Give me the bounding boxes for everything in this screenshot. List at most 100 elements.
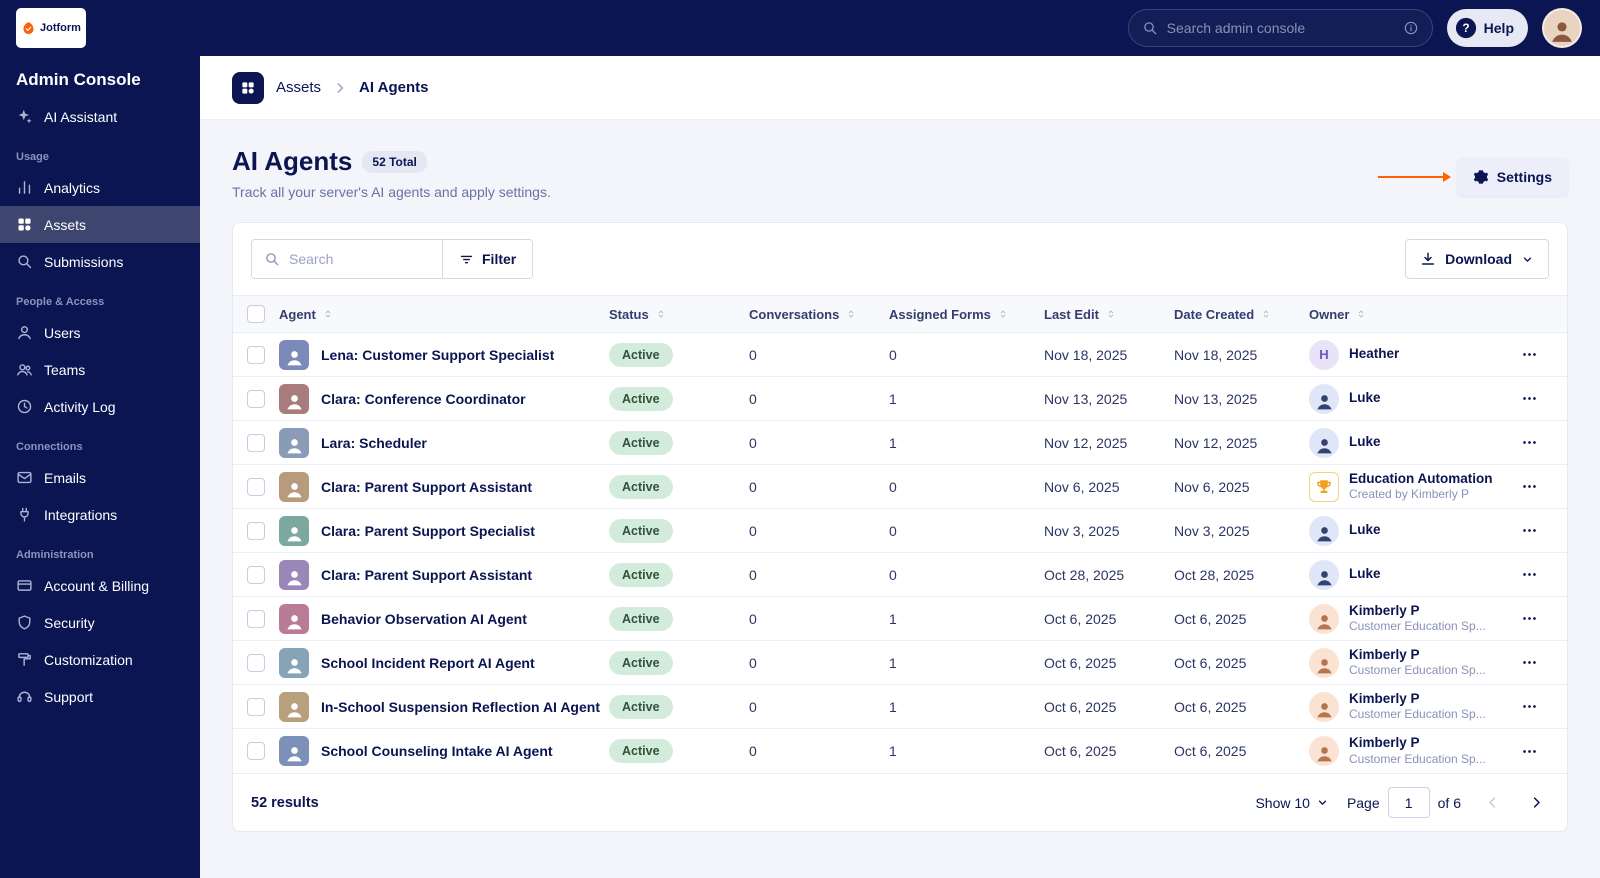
sort-icon[interactable] (845, 308, 857, 320)
sidebar-item-label: Emails (44, 469, 87, 486)
sidebar-item-assets[interactable]: Assets (0, 206, 200, 243)
agent-name[interactable]: Clara: Parent Support Specialist (321, 523, 535, 539)
row-checkbox[interactable] (247, 565, 265, 584)
row-actions-button[interactable] (1515, 605, 1543, 633)
sidebar-item-submissions[interactable]: Submissions (0, 243, 200, 280)
row-checkbox[interactable] (247, 742, 265, 760)
table-row[interactable]: School Counseling Intake AI Agent Active 0… (233, 729, 1567, 773)
admin-search[interactable] (1127, 9, 1433, 47)
sort-icon[interactable] (997, 308, 1009, 320)
owner-photo-avatar (1309, 515, 1339, 546)
agent-name[interactable]: Clara: Conference Coordinator (321, 391, 526, 407)
more-dots-icon (1521, 698, 1538, 715)
sidebar-item-account-billing[interactable]: Account & Billing (0, 567, 200, 604)
sidebar-item-teams[interactable]: Teams (0, 351, 200, 388)
table-search-input[interactable] (289, 251, 430, 267)
agent-name[interactable]: School Incident Report AI Agent (321, 655, 535, 671)
sort-icon[interactable] (1260, 308, 1272, 320)
table-row[interactable]: Clara: Parent Support Assistant Active 0 0 O… (233, 553, 1567, 597)
table-row[interactable]: Clara: Conference Coordinator Active 0 1 Nov… (233, 377, 1567, 421)
row-checkbox[interactable] (247, 609, 265, 628)
column-header-status[interactable]: Status (609, 307, 749, 322)
row-checkbox[interactable] (247, 477, 265, 496)
sort-icon[interactable] (1355, 308, 1367, 320)
table-row[interactable]: Clara: Parent Support Assistant Active 0 0 N… (233, 465, 1567, 509)
table-search[interactable] (252, 240, 442, 278)
column-header-date-created[interactable]: Date Created (1174, 307, 1309, 322)
row-checkbox[interactable] (247, 521, 265, 540)
row-actions-button[interactable] (1515, 737, 1543, 765)
row-actions-button[interactable] (1515, 385, 1543, 413)
column-header-assigned-forms[interactable]: Assigned Forms (889, 307, 1044, 322)
date-created-value: Oct 6, 2025 (1174, 743, 1247, 759)
next-page-button[interactable] (1523, 790, 1549, 816)
table-row[interactable]: School Incident Report AI Agent Active 0 1 O… (233, 641, 1567, 685)
status-badge: Active (609, 342, 673, 367)
row-actions-button[interactable] (1515, 341, 1543, 369)
admin-search-input[interactable] (1166, 20, 1394, 36)
owner-name: Heather (1349, 346, 1400, 362)
previous-page-button[interactable] (1479, 790, 1505, 816)
jotform-logo[interactable]: Jotform (16, 8, 86, 48)
column-header-last-edit[interactable]: Last Edit (1044, 307, 1174, 322)
row-actions-button[interactable] (1515, 473, 1543, 501)
column-header-conversations[interactable]: Conversations (749, 307, 889, 322)
table-row[interactable]: Behavior Observation AI Agent Active 0 1 Oct… (233, 597, 1567, 641)
row-actions-button[interactable] (1515, 429, 1543, 457)
agent-name[interactable]: Clara: Parent Support Assistant (321, 567, 532, 583)
settings-button[interactable]: Settings (1456, 158, 1568, 196)
table-row[interactable]: Clara: Parent Support Specialist Active 0 0… (233, 509, 1567, 553)
date-created-value: Oct 6, 2025 (1174, 610, 1247, 627)
agent-name[interactable]: Lena: Customer Support Specialist (321, 347, 554, 363)
sidebar-item-integrations[interactable]: Integrations (0, 496, 200, 533)
column-header-agent[interactable]: Agent (279, 307, 609, 322)
sidebar-item-activity-log[interactable]: Activity Log (0, 388, 200, 425)
agent-name[interactable]: Behavior Observation AI Agent (321, 611, 527, 627)
assets-icon-box[interactable] (232, 71, 264, 104)
help-button[interactable]: ? Help (1446, 9, 1528, 47)
sidebar-item-emails[interactable]: Emails (0, 459, 200, 496)
agent-name[interactable]: Lara: Scheduler (321, 435, 427, 451)
agent-name[interactable]: Clara: Parent Support Assistant (321, 479, 532, 495)
row-checkbox[interactable] (247, 433, 265, 452)
sidebar-item-users[interactable]: Users (0, 314, 200, 351)
show-per-page-dropdown[interactable]: Show 10 (1255, 795, 1328, 811)
row-checkbox[interactable] (247, 697, 265, 716)
column-header-owner[interactable]: Owner (1309, 307, 1515, 322)
breadcrumb-assets[interactable]: Assets (276, 79, 321, 96)
table-row[interactable]: In-School Suspension Reflection AI Agent… (233, 685, 1567, 729)
sidebar-group-label: Administration (16, 549, 94, 561)
chevron-down-icon (1316, 796, 1329, 809)
sidebar-item-customization[interactable]: Customization (0, 641, 200, 678)
help-label: Help (1483, 20, 1514, 36)
status-badge: Active (609, 430, 673, 455)
agent-name[interactable]: School Counseling Intake AI Agent (321, 743, 553, 759)
select-all-checkbox[interactable] (247, 305, 265, 323)
agent-name[interactable]: In-School Suspension Reflection AI Agent (321, 699, 600, 715)
row-actions-button[interactable] (1515, 693, 1543, 721)
conversations-value: 0 (749, 434, 757, 451)
user-avatar[interactable] (1542, 8, 1582, 48)
sidebar-item-label: Customization (44, 651, 133, 668)
total-badge: 52 Total (362, 150, 427, 173)
row-checkbox[interactable] (247, 345, 265, 364)
filter-button[interactable]: Filter (443, 240, 533, 278)
table-row[interactable]: Lara: Scheduler Active 0 1 Nov 12, 2025 Nov 1… (233, 421, 1567, 465)
row-actions-button[interactable] (1515, 517, 1543, 545)
row-checkbox[interactable] (247, 389, 265, 408)
row-checkbox[interactable] (247, 653, 265, 672)
sidebar-item-support[interactable]: Support (0, 678, 200, 715)
sort-icon[interactable] (655, 308, 667, 320)
sidebar-item-ai-assistant[interactable]: AI Assistant (0, 98, 200, 135)
row-actions-button[interactable] (1515, 561, 1543, 589)
sort-icon[interactable] (1105, 308, 1117, 320)
sidebar-item-analytics[interactable]: Analytics (0, 169, 200, 206)
sidebar-item-security[interactable]: Security (0, 604, 200, 641)
row-actions-button[interactable] (1515, 649, 1543, 677)
table-row[interactable]: Lena: Customer Support Specialist Active 0… (233, 333, 1567, 377)
info-icon[interactable] (1403, 20, 1419, 36)
page-number-input[interactable] (1387, 787, 1430, 818)
status-badge: Active (609, 650, 673, 675)
sort-icon[interactable] (322, 308, 334, 320)
download-button[interactable]: Download (1405, 239, 1549, 279)
